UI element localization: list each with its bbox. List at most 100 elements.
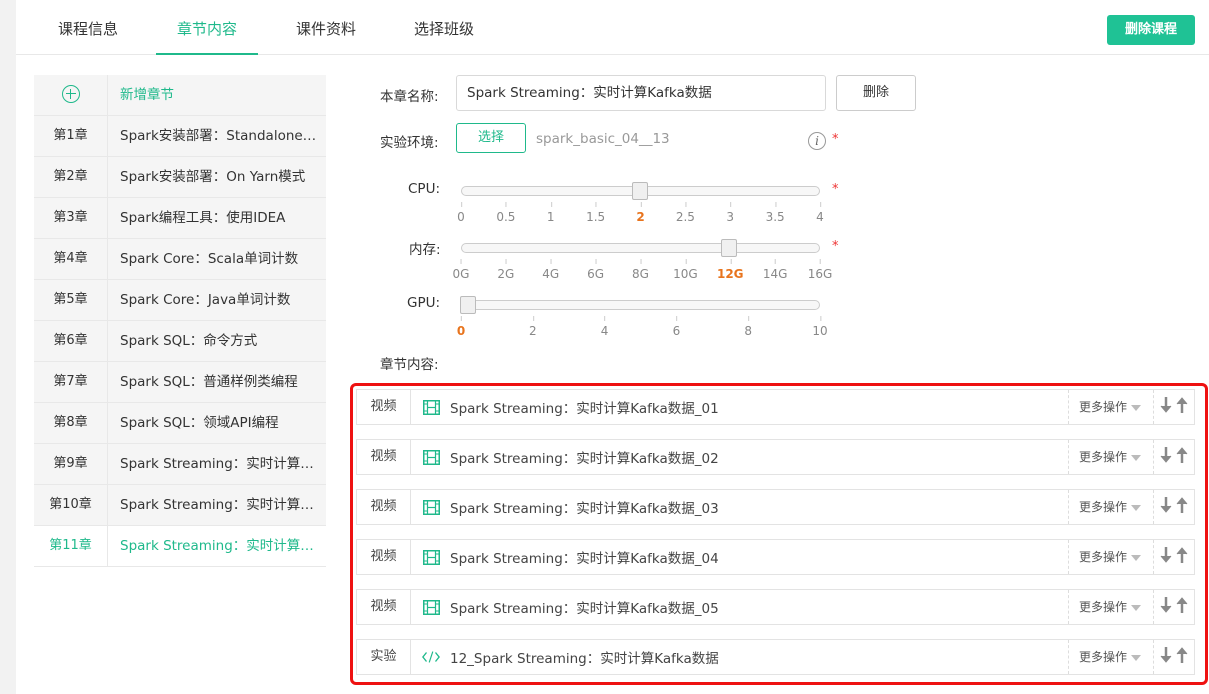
slider-tick-label: 12G xyxy=(716,259,744,281)
info-icon[interactable]: i xyxy=(808,132,826,150)
content-item-title: Spark Streaming：实时计算Kafka数据_03 xyxy=(450,501,719,517)
move-up-icon[interactable] xyxy=(1176,496,1188,518)
select-env-button[interactable]: 选择 xyxy=(456,123,526,153)
memory-slider[interactable] xyxy=(461,239,820,257)
move-up-icon[interactable] xyxy=(1176,596,1188,618)
chapter-title: Spark Streaming：实时计算H… xyxy=(120,497,324,513)
chapter-row[interactable]: 第10章 Spark Streaming：实时计算H… xyxy=(34,485,326,526)
chapter-title: Spark Core：Java单词计数 xyxy=(120,292,291,308)
slider-tick-label: 0 xyxy=(457,202,465,224)
film-icon xyxy=(422,398,440,416)
chapter-name-input[interactable]: Spark Streaming：实时计算Kafka数据 xyxy=(456,75,826,111)
content-item[interactable]: 视频 Spark Streaming：实时计算Kafka数据_01 更多操作 xyxy=(356,389,1195,425)
chapter-row[interactable]: 第7章 Spark SQL：普通样例类编程 xyxy=(34,362,326,403)
slider-tick-label: 3.5 xyxy=(765,202,785,224)
chapter-title: Spark编程工具：使用IDEA xyxy=(120,210,286,226)
memory-required-mark: * xyxy=(832,239,839,254)
more-actions-dropdown[interactable]: 更多操作 xyxy=(1068,590,1154,624)
slider-tick-label: 0.5 xyxy=(496,202,516,224)
chapter-number: 第9章 xyxy=(34,444,108,484)
chapter-row[interactable]: 第4章 Spark Core：Scala单词计数 xyxy=(34,239,326,280)
move-down-icon[interactable] xyxy=(1160,446,1172,468)
content-item-type: 视频 xyxy=(357,440,411,474)
slider-tick-label: 16G xyxy=(807,259,833,281)
move-up-icon[interactable] xyxy=(1176,646,1188,668)
content-item-title: Spark Streaming：实时计算Kafka数据_02 xyxy=(450,451,719,467)
delete-course-button[interactable]: 删除课程 xyxy=(1107,15,1195,45)
slider-tick-label: 2 xyxy=(528,316,537,338)
move-down-icon[interactable] xyxy=(1160,596,1172,618)
chapter-number: 第6章 xyxy=(34,321,108,361)
chevron-down-icon xyxy=(1131,604,1142,611)
chapter-number: 第2章 xyxy=(34,157,108,197)
film-icon xyxy=(422,548,440,566)
content-item[interactable]: 视频 Spark Streaming：实时计算Kafka数据_03 更多操作 xyxy=(356,489,1195,525)
cpu-slider-handle[interactable] xyxy=(631,182,648,200)
slider-tick-label: 2 xyxy=(636,202,645,224)
slider-tick-label: 4 xyxy=(816,202,824,224)
slider-tick-label: 6 xyxy=(672,316,681,338)
chevron-down-icon xyxy=(1131,404,1142,411)
move-down-icon[interactable] xyxy=(1160,646,1172,668)
slider-tick-label: 10 xyxy=(812,316,828,338)
content-item-title: 12_Spark Streaming：实时计算Kafka数据 xyxy=(450,651,719,667)
slider-tick-label: 10G xyxy=(673,259,698,281)
content-item-type: 视频 xyxy=(357,490,411,524)
code-icon xyxy=(422,648,440,666)
chapter-title: Spark Core：Scala单词计数 xyxy=(120,251,299,267)
content-item-type: 视频 xyxy=(357,390,411,424)
gpu-slider-handle[interactable] xyxy=(460,296,476,314)
more-actions-dropdown[interactable]: 更多操作 xyxy=(1068,640,1154,674)
chapter-row[interactable]: 第6章 Spark SQL：命令方式 xyxy=(34,321,326,362)
chapter-number: 第4章 xyxy=(34,239,108,279)
chapter-number: 第10章 xyxy=(34,485,108,525)
content-item-title: Spark Streaming：实时计算Kafka数据_04 xyxy=(450,551,719,567)
chapter-row[interactable]: 第3章 Spark编程工具：使用IDEA xyxy=(34,198,326,239)
slider-tick-label: 8 xyxy=(744,316,753,338)
slider-tick-label: 4G xyxy=(542,259,560,281)
chapter-row[interactable]: 第9章 Spark Streaming：实时计算网… xyxy=(34,444,326,485)
move-up-icon[interactable] xyxy=(1176,546,1188,568)
content-item[interactable]: 视频 Spark Streaming：实时计算Kafka数据_04 更多操作 xyxy=(356,539,1195,575)
chapter-row[interactable]: 第5章 Spark Core：Java单词计数 xyxy=(34,280,326,321)
move-down-icon[interactable] xyxy=(1160,496,1172,518)
chapter-title: Spark安装部署：On Yarn模式 xyxy=(120,169,306,185)
chevron-down-icon xyxy=(1131,554,1142,561)
cpu-slider[interactable] xyxy=(461,182,820,200)
slider-tick-label: 1 xyxy=(546,202,555,224)
move-up-icon[interactable] xyxy=(1176,446,1188,468)
slider-tick-label: 4 xyxy=(600,316,609,338)
chapter-row[interactable]: 第11章 Spark Streaming：实时计算K… xyxy=(34,526,326,567)
tab-course-info[interactable]: 课程信息 xyxy=(40,0,136,55)
chevron-down-icon xyxy=(1131,504,1142,511)
tab-courseware[interactable]: 课件资料 xyxy=(278,0,374,55)
tab-chapter-content[interactable]: 章节内容 xyxy=(156,0,258,55)
more-actions-dropdown[interactable]: 更多操作 xyxy=(1068,490,1154,524)
film-icon xyxy=(422,598,440,616)
move-up-icon[interactable] xyxy=(1176,396,1188,418)
slider-tick-label: 2G xyxy=(497,259,515,281)
required-mark: * xyxy=(832,132,839,147)
slider-tick-label: 1.5 xyxy=(586,202,606,224)
content-item-type: 视频 xyxy=(357,590,411,624)
film-icon xyxy=(422,448,440,466)
move-down-icon[interactable] xyxy=(1160,396,1172,418)
content-item[interactable]: 实验 12_Spark Streaming：实时计算Kafka数据 更多操作 xyxy=(356,639,1195,675)
more-actions-dropdown[interactable]: 更多操作 xyxy=(1068,540,1154,574)
chapter-row[interactable]: 第8章 Spark SQL：领域API编程 xyxy=(34,403,326,444)
chapter-row[interactable]: 第2章 Spark安装部署：On Yarn模式 xyxy=(34,157,326,198)
more-actions-label: 更多操作 xyxy=(1079,500,1128,514)
memory-slider-handle[interactable] xyxy=(720,239,737,257)
more-actions-label: 更多操作 xyxy=(1079,600,1128,614)
delete-chapter-button[interactable]: 删除 xyxy=(836,75,916,111)
more-actions-dropdown[interactable]: 更多操作 xyxy=(1068,440,1154,474)
content-item[interactable]: 视频 Spark Streaming：实时计算Kafka数据_02 更多操作 xyxy=(356,439,1195,475)
content-item[interactable]: 视频 Spark Streaming：实时计算Kafka数据_05 更多操作 xyxy=(356,589,1195,625)
reorder-controls xyxy=(1154,546,1194,568)
move-down-icon[interactable] xyxy=(1160,546,1172,568)
gpu-slider[interactable] xyxy=(460,296,820,314)
tab-select-class[interactable]: 选择班级 xyxy=(396,0,492,55)
add-chapter-row[interactable]: 新增章节 xyxy=(34,75,326,116)
more-actions-dropdown[interactable]: 更多操作 xyxy=(1068,390,1154,424)
chapter-row[interactable]: 第1章 Spark安装部署：Standalone… xyxy=(34,116,326,157)
